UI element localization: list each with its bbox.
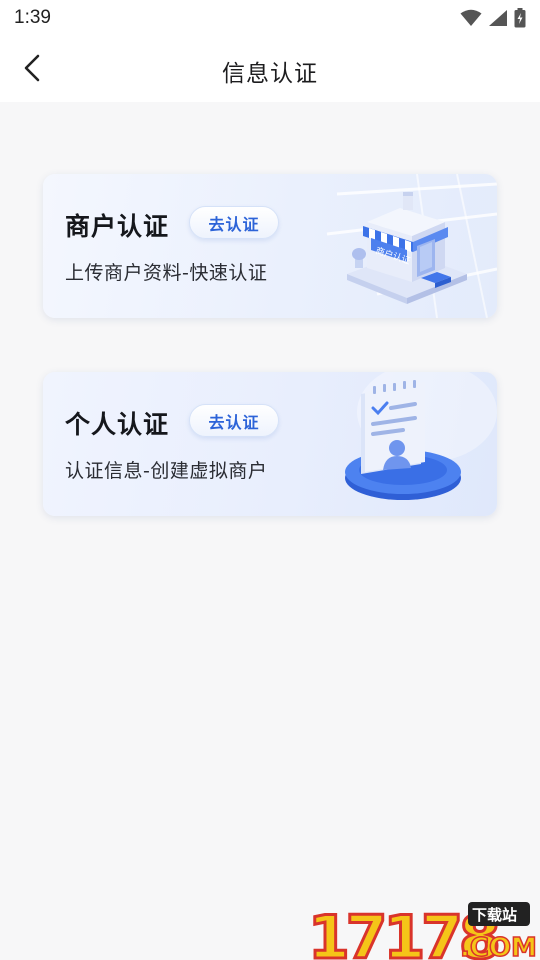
page-title: 信息认证 — [222, 61, 318, 87]
card-subtitle: 认证信息-创建虚拟商户 — [65, 460, 268, 482]
storefront-icon: 商户认证 — [326, 174, 497, 318]
card-subtitle: 上传商户资料-快速认证 — [65, 262, 268, 284]
status-time: 1:39 — [14, 7, 51, 28]
id-document-icon — [345, 372, 497, 500]
merchant-verification-card[interactable]: 商户认证 去认证 上传商户资料-快速认证 商户认证 — [43, 174, 497, 318]
merchant-verify-button[interactable]: 去认证 — [189, 206, 279, 239]
status-bar: 1:39 — [0, 0, 540, 36]
site-watermark-logo: 17178 下载站 .COM — [307, 902, 537, 960]
card-title: 个人认证 — [65, 410, 170, 439]
personal-verification-card[interactable]: 个人认证 去认证 认证信息-创建虚拟商户 — [43, 372, 497, 516]
card-title: 商户认证 — [65, 212, 170, 241]
signal-icon — [489, 10, 507, 26]
watermark-domain: .COM — [460, 933, 536, 960]
status-icons — [460, 8, 526, 28]
battery-icon — [514, 8, 526, 28]
nav-bar: 信息认证 — [0, 36, 540, 102]
watermark-tag: 下载站 — [472, 906, 517, 924]
personal-verify-button[interactable]: 去认证 — [189, 404, 279, 437]
wifi-icon — [460, 9, 482, 26]
